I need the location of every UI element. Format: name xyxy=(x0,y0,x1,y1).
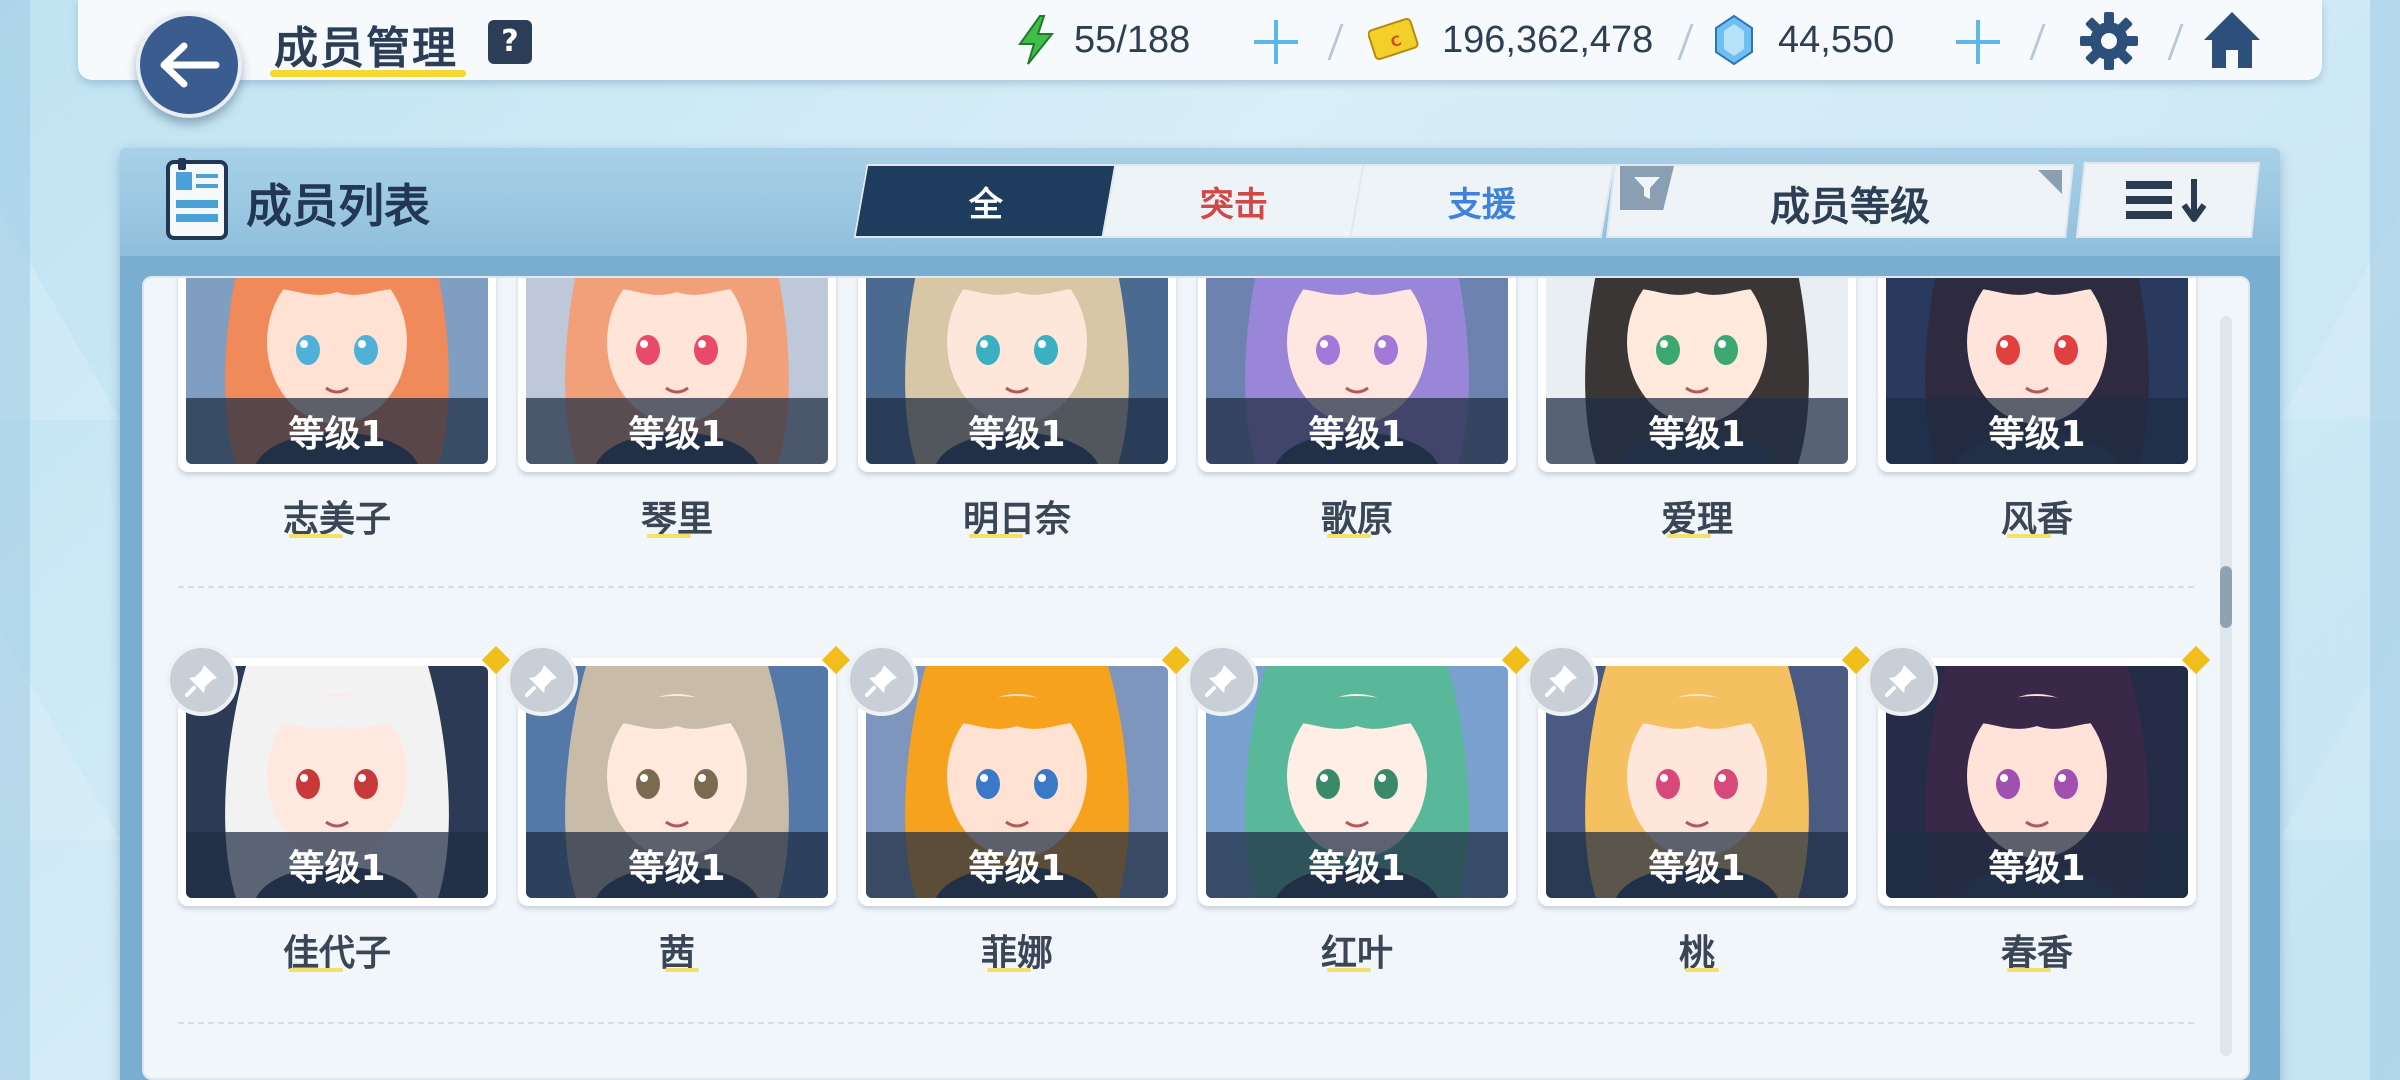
scrollbar-track[interactable] xyxy=(2220,316,2232,1056)
name-underline xyxy=(1327,968,1371,972)
pin-button[interactable] xyxy=(506,644,578,716)
pin-button[interactable] xyxy=(1186,644,1258,716)
member-card[interactable]: 等级1 xyxy=(1538,278,1856,472)
member-level: 等级1 xyxy=(866,398,1168,464)
pin-icon xyxy=(1885,665,1917,697)
add-stamina-button[interactable] xyxy=(1252,18,1300,66)
pin-button[interactable] xyxy=(1526,644,1598,716)
name-underline xyxy=(665,968,699,972)
member-level: 等级1 xyxy=(526,398,828,464)
row-divider xyxy=(178,1022,2194,1024)
pin-icon xyxy=(525,665,557,697)
page-title: 成员管理 xyxy=(274,23,458,74)
member-grid[interactable]: 等级1 志美子 等级1 琴里 等级1 明日奈 等级1 歌原 等级1 爱理 等级1 风香 等级1 佳代子 等级… xyxy=(142,276,2250,1080)
plus-icon xyxy=(1254,20,1298,64)
row-divider xyxy=(178,586,2194,588)
member-card[interactable]: 等级1 xyxy=(518,278,836,472)
credits-value: 196,362,478 xyxy=(1442,18,1654,61)
member-card[interactable]: 等级1 xyxy=(1878,278,2196,472)
settings-button[interactable] xyxy=(2078,10,2140,76)
member-card[interactable]: 等级1 xyxy=(1866,644,2211,906)
name-underline xyxy=(969,534,1023,538)
back-button[interactable] xyxy=(136,12,242,118)
panel-title: 成员列表 xyxy=(246,179,430,233)
name-underline xyxy=(289,968,343,972)
member-level: 等级1 xyxy=(866,832,1168,898)
pin-icon xyxy=(1205,665,1237,697)
member-level: 等级1 xyxy=(1886,398,2188,464)
stamina-display: 55/188 xyxy=(1016,10,1190,70)
member-list-icon xyxy=(164,158,230,242)
name-underline xyxy=(987,968,1031,972)
scrollbar-thumb[interactable] xyxy=(2220,566,2232,628)
help-button[interactable]: ? xyxy=(488,20,532,64)
home-icon xyxy=(2204,12,2260,68)
member-card[interactable]: 等级1 xyxy=(846,644,1191,906)
member-level: 等级1 xyxy=(526,832,828,898)
member-level: 等级1 xyxy=(1206,398,1508,464)
tab-strike-label: 突击 xyxy=(1200,184,1268,225)
member-card[interactable]: 等级1 xyxy=(1186,644,1531,906)
member-level: 等级1 xyxy=(1546,398,1848,464)
type-tabs: 全 突击 支援 xyxy=(853,164,1615,238)
name-underline xyxy=(647,534,691,538)
arrow-left-icon xyxy=(160,42,220,88)
stamina-value: 55/188 xyxy=(1074,18,1191,61)
gear-icon xyxy=(2080,12,2138,70)
name-underline xyxy=(1667,534,1711,538)
gem-icon xyxy=(1715,14,1753,66)
home-button[interactable] xyxy=(2200,8,2264,76)
credit-card-icon: C xyxy=(1368,18,1419,61)
pin-button[interactable] xyxy=(846,644,918,716)
name-underline xyxy=(2007,968,2051,972)
member-card[interactable]: 等级1 xyxy=(858,278,1176,472)
member-card[interactable]: 等级1 xyxy=(506,644,851,906)
gems-value: 44,550 xyxy=(1778,18,1895,61)
pin-button[interactable] xyxy=(1866,644,1938,716)
member-card[interactable]: 等级1 xyxy=(1526,644,1871,906)
member-level: 等级1 xyxy=(1546,832,1848,898)
credits-display: C 196,362,478 xyxy=(1368,10,1653,70)
sort-descending-icon xyxy=(2126,179,2207,222)
plus-icon xyxy=(1956,20,2000,64)
pin-button[interactable] xyxy=(166,644,238,716)
gems-display: 44,550 xyxy=(1712,10,1894,70)
pin-icon xyxy=(1545,665,1577,697)
pin-icon xyxy=(185,665,217,697)
tab-all[interactable]: 全 xyxy=(853,164,1119,238)
title-underline xyxy=(270,70,466,77)
member-card[interactable]: 等级1 xyxy=(1198,278,1516,472)
add-gems-button[interactable] xyxy=(1954,18,2002,66)
member-card[interactable]: 等级1 xyxy=(166,644,511,906)
sort-filter-label: 成员等级 xyxy=(1770,184,1930,230)
tab-all-label: 全 xyxy=(969,184,1003,225)
member-level: 等级1 xyxy=(186,398,488,464)
name-underline xyxy=(289,534,343,538)
tab-support-label: 支援 xyxy=(1448,184,1516,225)
name-underline xyxy=(1685,968,1719,972)
member-level: 等级1 xyxy=(186,832,488,898)
lightning-icon xyxy=(1018,15,1055,65)
right-edge xyxy=(2370,0,2400,1080)
name-underline xyxy=(2007,534,2051,538)
sort-order-button[interactable] xyxy=(2076,162,2260,238)
tab-support[interactable]: 支援 xyxy=(1349,164,1615,238)
member-card[interactable]: 等级1 xyxy=(178,278,496,472)
left-edge xyxy=(0,0,30,1080)
member-level: 等级1 xyxy=(1206,832,1508,898)
tab-strike[interactable]: 突击 xyxy=(1101,164,1367,238)
member-grid-inner: 等级1 志美子 等级1 琴里 等级1 明日奈 等级1 歌原 等级1 爱理 等级1 风香 等级1 佳代子 等级… xyxy=(144,278,2248,1078)
pin-icon xyxy=(865,665,897,697)
member-level: 等级1 xyxy=(1886,832,2188,898)
name-underline xyxy=(1327,534,1371,538)
